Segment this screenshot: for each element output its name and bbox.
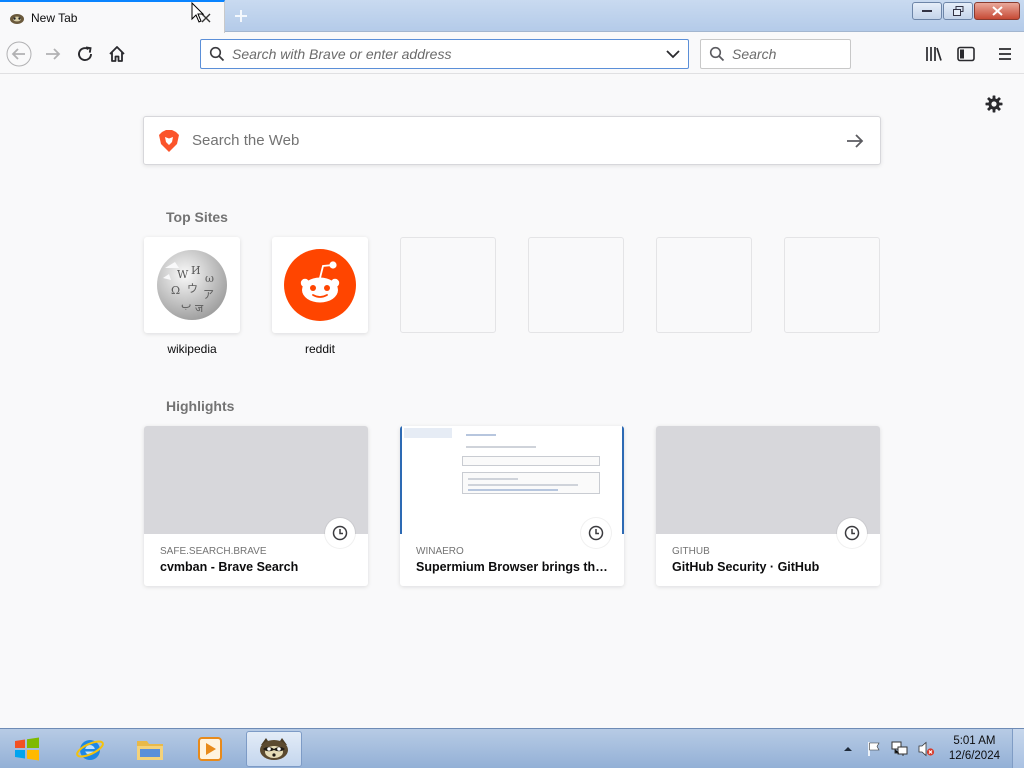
mouse-cursor-icon — [191, 2, 205, 23]
highlights-heading: Highlights — [166, 398, 235, 414]
top-site-empty[interactable] — [528, 237, 624, 356]
svg-text:ب: ب — [181, 298, 191, 311]
search-icon — [209, 46, 225, 62]
volume-muted-icon[interactable] — [917, 740, 935, 758]
search-bar[interactable] — [700, 39, 851, 69]
forward-arrow-icon[interactable] — [40, 41, 66, 67]
clock-time: 5:01 AM — [953, 735, 996, 747]
windows-logo-icon — [15, 737, 39, 761]
system-tray: 5:01 AM 12/6/2024 — [839, 729, 1024, 768]
highlight-source: GITHUB — [672, 546, 710, 557]
search-input[interactable] — [732, 46, 842, 62]
chevron-down-icon[interactable] — [664, 45, 682, 63]
taskbar-clock[interactable]: 5:01 AM 12/6/2024 — [949, 734, 1000, 764]
taskbar-waterfox-browser[interactable] — [246, 731, 302, 767]
svg-text:W: W — [177, 268, 189, 281]
show-desktop-button[interactable] — [1012, 729, 1024, 768]
empty-top-site-tile[interactable] — [528, 237, 624, 333]
gear-icon[interactable] — [984, 94, 1004, 114]
tab-title: New Tab — [31, 10, 78, 25]
top-site-tile[interactable]: WИω Ωウア بज — [144, 237, 240, 333]
show-hidden-icons-icon[interactable] — [839, 740, 857, 758]
media-player-icon — [198, 737, 222, 761]
minimize-button[interactable] — [912, 2, 942, 20]
taskbar-internet-explorer[interactable] — [62, 731, 118, 767]
empty-top-site-tile[interactable] — [400, 237, 496, 333]
action-center-flag-icon[interactable] — [865, 740, 883, 758]
clock-icon — [325, 518, 355, 548]
new-tab-plus-icon[interactable] — [231, 6, 251, 26]
library-icon[interactable] — [921, 41, 947, 67]
browser-favicon-icon — [10, 13, 24, 24]
navigation-toolbar — [0, 33, 1024, 74]
svg-text:И: И — [191, 264, 201, 277]
sidebar-toggle-icon[interactable] — [953, 41, 979, 67]
top-site-reddit[interactable]: reddit — [272, 237, 368, 356]
taskbar-media-player[interactable] — [182, 731, 238, 767]
hamburger-menu-icon[interactable] — [992, 41, 1018, 67]
network-icon[interactable] — [891, 740, 909, 758]
highlight-title: Supermium Browser brings the ... — [416, 560, 612, 574]
reddit-snoo-icon — [284, 249, 356, 321]
title-bar: New Tab — [0, 0, 1024, 33]
svg-text:ア: ア — [203, 288, 214, 301]
arrow-right-icon[interactable] — [844, 130, 866, 152]
highlight-card-brave-search[interactable]: SAFE.SEARCH.BRAVE cvmban - Brave Search — [144, 426, 368, 586]
highlight-title: GitHub Security · GitHub — [672, 560, 820, 574]
highlights-grid: SAFE.SEARCH.BRAVE cvmban - Brave Search … — [144, 426, 880, 586]
svg-text:ज: ज — [195, 302, 204, 315]
svg-text:ω: ω — [205, 272, 214, 285]
web-search-box[interactable] — [143, 116, 881, 165]
back-arrow-icon[interactable] — [6, 41, 32, 67]
top-site-empty[interactable] — [656, 237, 752, 356]
top-sites-heading: Top Sites — [166, 209, 228, 225]
start-button[interactable] — [8, 732, 46, 766]
top-site-wikipedia[interactable]: WИω Ωウア بज wikipedia — [144, 237, 240, 356]
highlight-title: cvmban - Brave Search — [160, 560, 299, 574]
wikipedia-globe-icon: W Иω Ωウア بज — [157, 250, 227, 320]
empty-top-site-tile[interactable] — [656, 237, 752, 333]
top-sites-grid: WИω Ωウア بज wikipedia reddit — [144, 237, 880, 356]
svg-text:ウ: ウ — [187, 282, 198, 295]
restore-button[interactable] — [943, 2, 973, 20]
reload-icon[interactable] — [72, 41, 98, 67]
top-site-tile[interactable] — [272, 237, 368, 333]
taskbar: 5:01 AM 12/6/2024 — [0, 728, 1024, 768]
taskbar-file-explorer[interactable] — [122, 731, 178, 767]
close-window-button[interactable] — [974, 2, 1020, 20]
file-explorer-icon — [137, 741, 163, 760]
highlight-source: SAFE.SEARCH.BRAVE — [160, 546, 267, 557]
svg-text:Ω: Ω — [171, 284, 180, 297]
waterfox-browser-icon — [260, 738, 288, 760]
home-icon[interactable] — [104, 41, 130, 67]
address-input[interactable] — [232, 46, 664, 62]
highlight-card-winaero[interactable]: WINAERO Supermium Browser brings the ... — [400, 426, 624, 586]
clock-date: 12/6/2024 — [948, 750, 1000, 762]
web-search-input[interactable] — [192, 132, 844, 149]
brave-lion-icon — [159, 129, 179, 152]
clock-icon — [837, 518, 867, 548]
search-icon — [709, 46, 725, 62]
highlight-source: WINAERO — [416, 546, 464, 557]
top-site-label: reddit — [304, 342, 336, 356]
internet-explorer-icon — [76, 740, 104, 760]
top-site-label: wikipedia — [167, 342, 217, 356]
empty-top-site-tile[interactable] — [784, 237, 880, 333]
highlight-card-github[interactable]: GITHUB GitHub Security · GitHub — [656, 426, 880, 586]
top-site-empty[interactable] — [400, 237, 496, 356]
clock-icon — [581, 518, 611, 548]
top-site-empty[interactable] — [784, 237, 880, 356]
address-bar[interactable] — [200, 39, 689, 69]
